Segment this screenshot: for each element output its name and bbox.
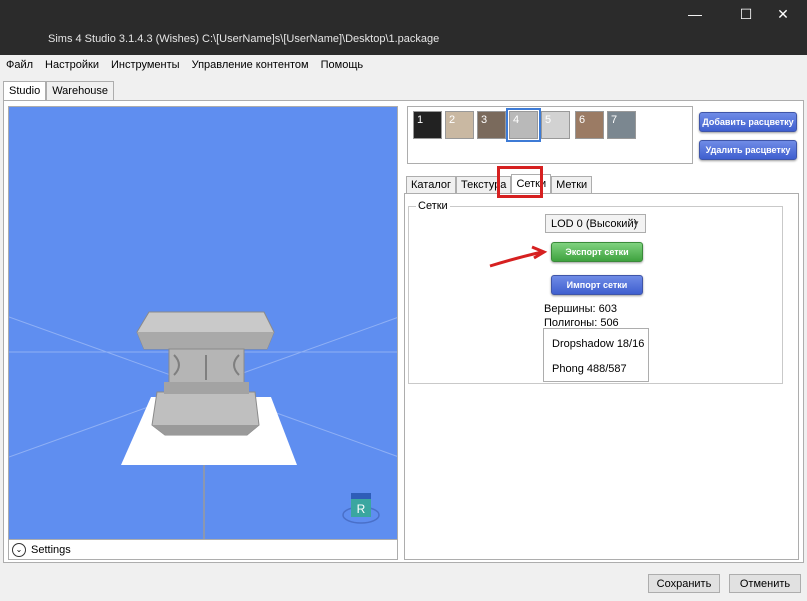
menu-file[interactable]: Файл (6, 59, 33, 71)
highlight-box (497, 166, 543, 198)
list-item[interactable]: Dropshadow 18/16 (552, 338, 644, 350)
swatch-4[interactable]: 4 (506, 108, 541, 142)
remove-swatch-button[interactable]: Удалить расцветку (699, 140, 797, 160)
menu-tools[interactable]: Инструменты (111, 59, 180, 71)
settings-label: Settings (31, 543, 71, 556)
import-mesh-button[interactable]: Импорт сетки (551, 275, 643, 295)
swatch-5[interactable]: 5 (541, 111, 570, 139)
vertices-count: Вершины: 603 (544, 303, 617, 315)
swatch-7[interactable]: 7 (607, 111, 636, 139)
tab-studio[interactable]: Studio (3, 81, 47, 102)
chevron-down-icon: ▼ (632, 219, 640, 228)
3d-viewport[interactable]: R ⌄ Settings (8, 106, 398, 560)
menu-bar: Файл Настройки Инструменты Управление ко… (0, 55, 807, 75)
lod-value: LOD 0 (Высокий) (551, 217, 638, 230)
menu-help[interactable]: Помощь (321, 59, 364, 71)
tab-tags[interactable]: Метки (551, 176, 593, 194)
pedestal-model (136, 311, 275, 436)
menu-settings[interactable]: Настройки (45, 59, 99, 71)
swatch-6[interactable]: 6 (575, 111, 604, 139)
viewport-scene: R (9, 311, 397, 541)
meshes-group-label: Сетки (416, 200, 450, 212)
list-item[interactable]: Phong 488/587 (552, 363, 627, 375)
tab-catalog[interactable]: Каталог (406, 176, 456, 194)
minimize-icon[interactable]: — (672, 0, 718, 28)
tab-warehouse[interactable]: Warehouse (46, 81, 115, 101)
close-icon[interactable]: ✕ (760, 0, 806, 28)
settings-bar[interactable]: ⌄ Settings (9, 539, 397, 559)
save-button[interactable]: Сохранить (648, 574, 720, 593)
mesh-groups-list[interactable]: Dropshadow 18/16 Phong 488/587 (543, 328, 649, 382)
swatch-3[interactable]: 3 (477, 111, 506, 139)
renderer-badge[interactable]: R (342, 493, 380, 524)
chevron-down-icon[interactable]: ⌄ (12, 542, 26, 557)
add-swatch-button[interactable]: Добавить расцветку (699, 112, 797, 132)
swatch-panel: 1 2 3 4 5 6 7 (407, 106, 693, 164)
menu-content-management[interactable]: Управление контентом (192, 59, 309, 71)
cancel-button[interactable]: Отменить (729, 574, 801, 593)
window-title: Sims 4 Studio 3.1.4.3 (Wishes) C:\[UserN… (48, 33, 440, 45)
swatch-1[interactable]: 1 (413, 111, 442, 139)
swatch-2[interactable]: 2 (445, 111, 474, 139)
lod-dropdown[interactable]: LOD 0 (Высокий) ▼ (545, 214, 646, 233)
badge-letter: R (357, 502, 366, 516)
export-mesh-button[interactable]: Экспорт сетки (551, 242, 643, 262)
title-bar: Sims 4 Studio 3.1.4.3 (Wishes) C:\[UserN… (0, 0, 807, 55)
annotation-arrow (489, 245, 548, 268)
main-tabs: Studio Warehouse (3, 81, 115, 102)
